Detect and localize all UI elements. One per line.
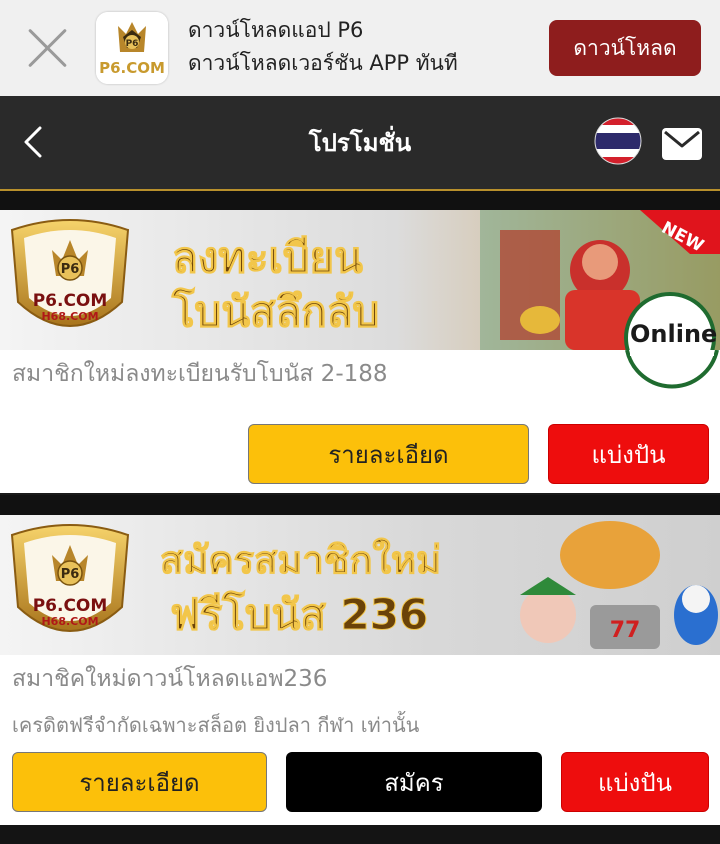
promotion-title: สมาชิคใหม่ดาวน์โหลดแอพ236 (12, 666, 328, 692)
banner-brand-subtext: H68.COM (41, 615, 98, 628)
mail-icon[interactable] (661, 127, 703, 165)
online-badge-text: Online (630, 320, 718, 348)
promotion-card: P6 P6.COM H68.COM ลงทะเบียน โบนัสลึกลับ … (0, 210, 720, 495)
details-button[interactable]: รายละเอียด (248, 424, 529, 484)
download-button[interactable]: ดาวน์โหลด (549, 20, 701, 76)
promotion-subtitle: เครดิตฟรีจำกัดเฉพาะสล็อต ยิงปลา กีฬา เท่… (12, 713, 420, 737)
app-logo-text: P6.COM (99, 59, 165, 77)
promotion-banner[interactable]: P6 P6.COM H68.COM ลงทะเบียน โบนัสลึกลับ … (0, 210, 720, 384)
thai-flag-icon[interactable] (594, 117, 642, 169)
promotion-title: สมาชิกใหม่ลงทะเบียนรับโบนัส 2-188 (12, 361, 388, 387)
share-button[interactable]: แบ่งปัน (548, 424, 709, 484)
svg-text:P6: P6 (61, 567, 80, 582)
close-icon[interactable] (26, 26, 70, 70)
promotion-banner[interactable]: P6 P6.COM H68.COM สมัครสมาชิกใหม่ ฟรีโบน… (0, 515, 720, 655)
svg-text:P6: P6 (61, 262, 80, 277)
svg-text:77: 77 (610, 618, 641, 643)
app-logo-icon: P6 P6.COM (96, 12, 168, 84)
details-button[interactable]: รายละเอียด (12, 752, 267, 812)
promotion-card: P6 P6.COM H68.COM สมัครสมาชิกใหม่ ฟรีโบน… (0, 515, 720, 825)
banner-brand-subtext: H68.COM (41, 310, 98, 323)
banner-brand-text: P6.COM (33, 291, 108, 311)
register-button[interactable]: สมัคร (286, 752, 542, 812)
banner-headline-2: โบนัสลึกลับ (171, 287, 379, 336)
download-app-bar: P6 P6.COM ดาวน์โหลดแอป P6 ดาวน์โหลดเวอร์… (0, 0, 720, 96)
svg-text:P6: P6 (126, 39, 139, 49)
page-bottom-strip (0, 825, 720, 844)
download-subtitle: ดาวน์โหลดเวอร์ชัน APP ทันที (188, 51, 458, 75)
banner-headline: ลงทะเบียน (172, 233, 363, 282)
banner-brand-text: P6.COM (33, 596, 108, 616)
banner-headline-2: ฟรีโบนัส 236 (170, 590, 428, 639)
share-button[interactable]: แบ่งปัน (561, 752, 709, 812)
banner-headline: สมัครสมาชิกใหม่ (160, 538, 441, 582)
download-title: ดาวน์โหลดแอป P6 (188, 18, 364, 42)
online-badge (625, 350, 719, 389)
